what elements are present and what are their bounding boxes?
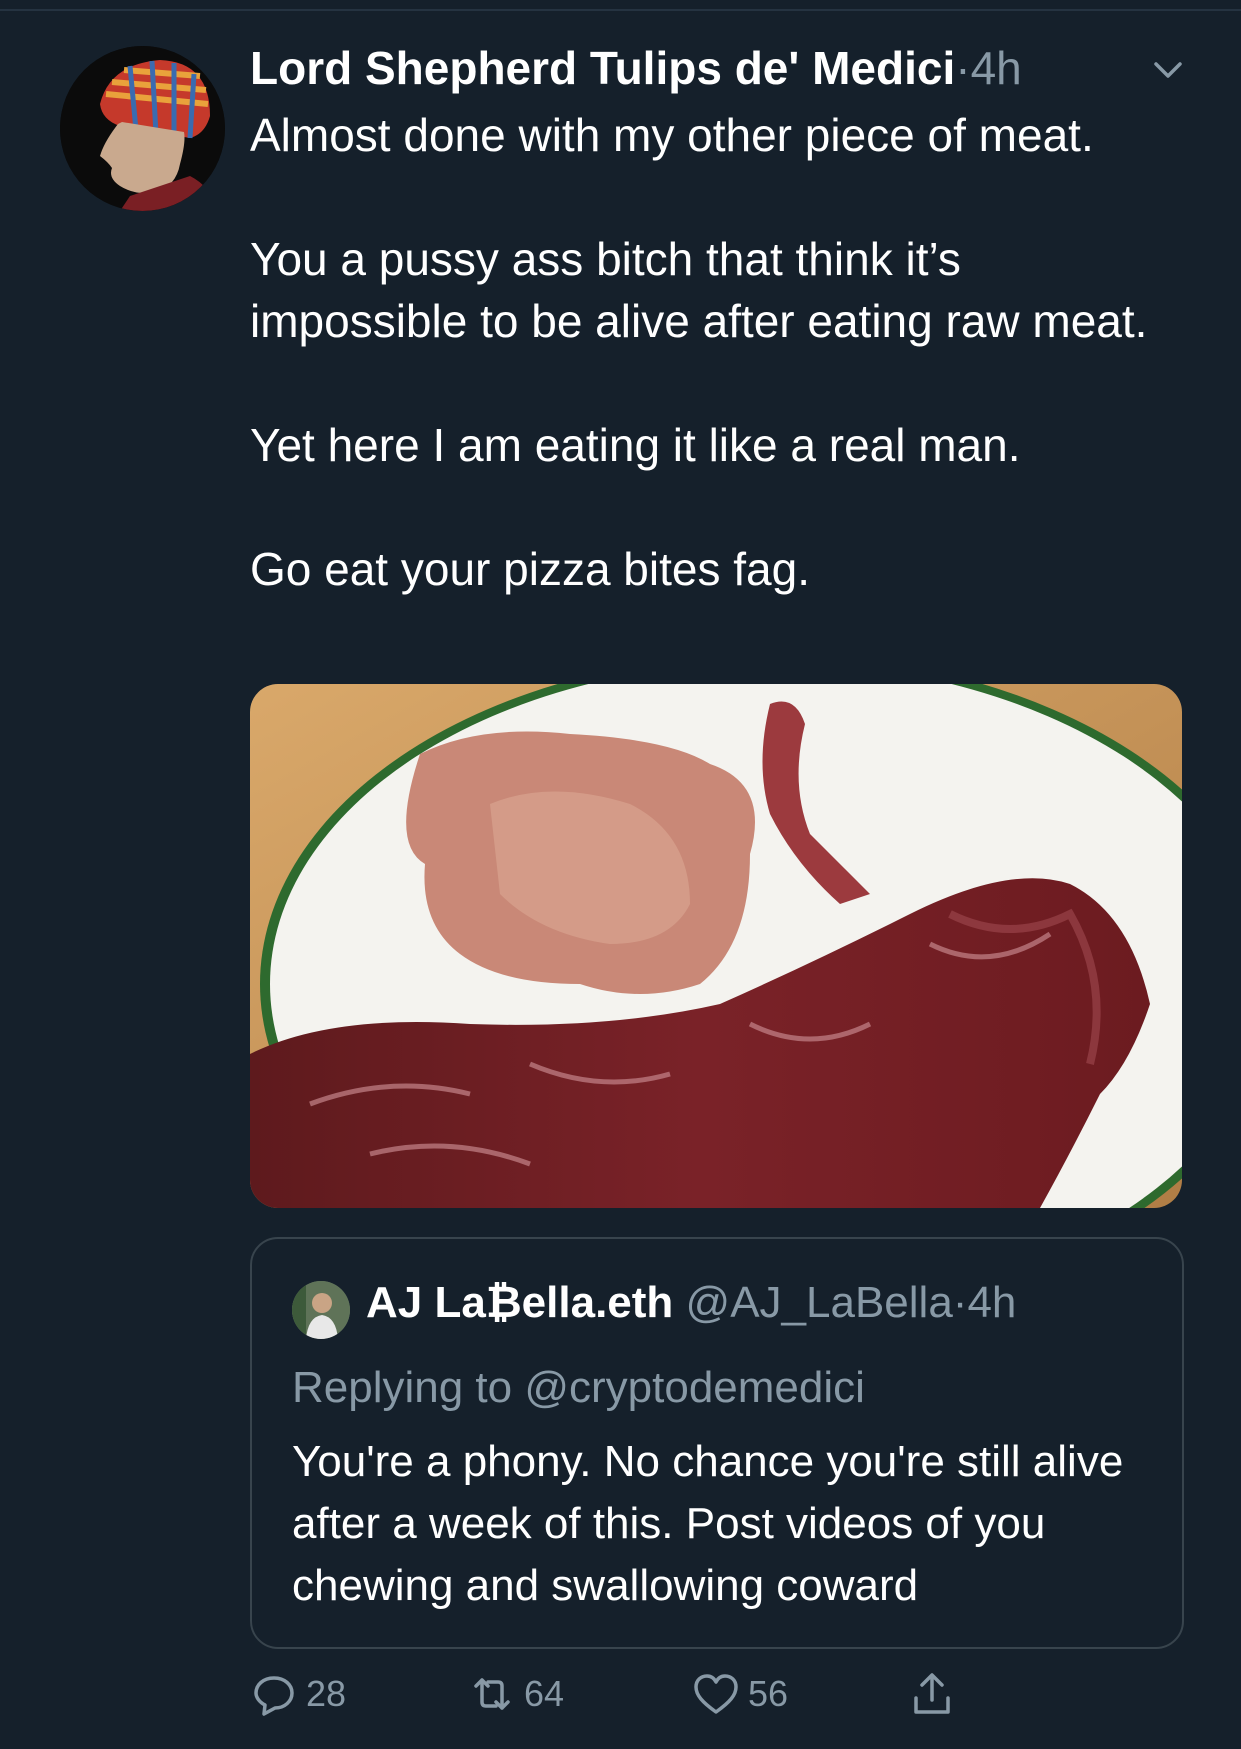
share-button[interactable] <box>908 1670 964 1718</box>
quoted-header: AJ La₿ella.eth @AJ_LaBella·4h <box>366 1275 1016 1331</box>
tweet-actions: 28 64 56 <box>250 1670 1180 1730</box>
tweet-text: Almost done with my other piece of meat.… <box>250 109 1148 595</box>
header-separator: · <box>955 42 971 94</box>
top-divider <box>0 9 1241 11</box>
chevron-down-icon[interactable] <box>1148 50 1188 90</box>
reply-button[interactable]: 28 <box>250 1670 346 1718</box>
like-count: 56 <box>748 1673 789 1714</box>
quoted-text: You're a phony. No chance you're still a… <box>292 1437 1124 1610</box>
tweet-header: Lord Shepherd Tulips de' Medici·4h <box>250 40 1022 96</box>
retweet-button[interactable]: 64 <box>468 1670 564 1718</box>
reply-icon <box>254 1676 294 1716</box>
quoted-separator: · <box>952 1278 968 1327</box>
like-button[interactable]: 56 <box>692 1670 788 1718</box>
share-icon <box>914 1673 950 1714</box>
retweet-count: 64 <box>524 1673 565 1714</box>
retweet-icon <box>474 1678 510 1710</box>
author-name[interactable]: Lord Shepherd Tulips de' Medici <box>250 42 955 94</box>
quoted-handle[interactable]: @AJ_LaBella <box>686 1278 953 1327</box>
author-avatar[interactable] <box>60 46 225 211</box>
quoted-tweet[interactable]: AJ La₿ella.eth @AJ_LaBella·4h Replying t… <box>250 1237 1184 1649</box>
quoted-time[interactable]: 4h <box>967 1278 1016 1327</box>
like-icon <box>694 1674 738 1714</box>
reply-count: 28 <box>306 1673 347 1714</box>
replying-to[interactable]: Replying to @cryptodemedici <box>292 1363 865 1413</box>
tweet-image[interactable] <box>250 684 1182 1208</box>
tweet-time[interactable]: 4h <box>971 42 1022 94</box>
quoted-author-name[interactable]: AJ La₿ella.eth <box>366 1278 673 1327</box>
quoted-author-avatar[interactable] <box>292 1281 350 1339</box>
